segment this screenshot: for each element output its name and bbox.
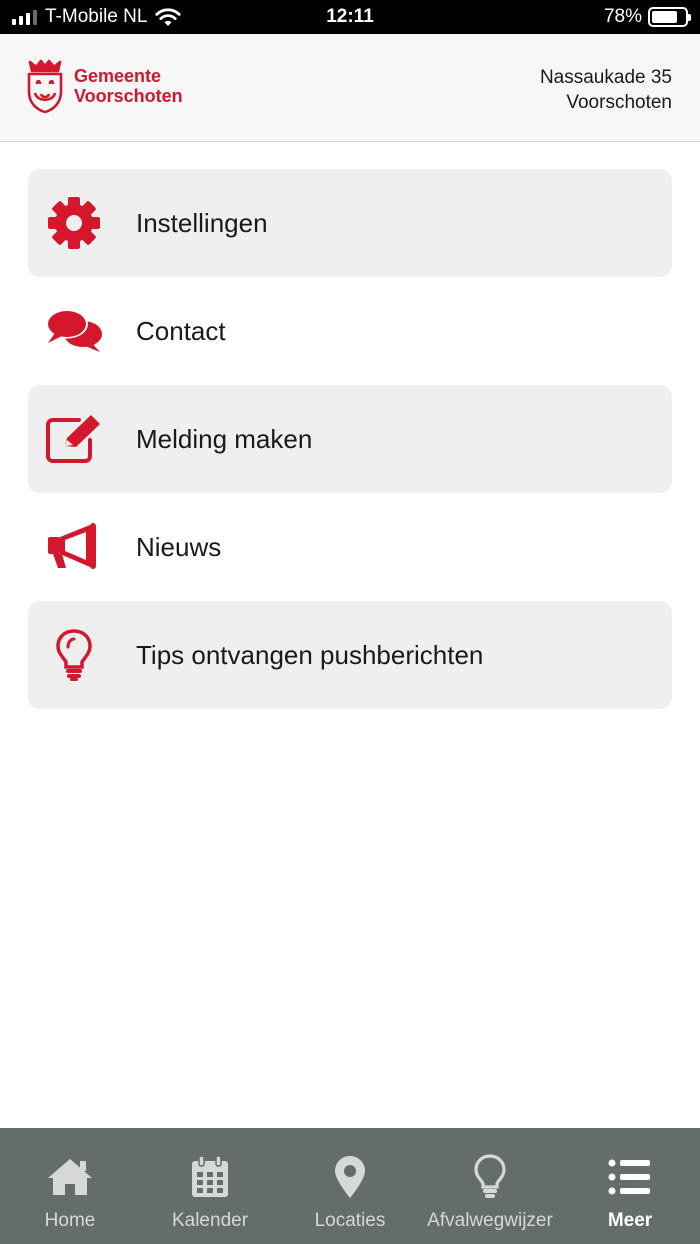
battery-percentage: 78% <box>603 6 642 27</box>
menu-item-instellingen[interactable]: Instellingen <box>28 169 672 277</box>
logo-line-2: Voorschoten <box>74 86 183 106</box>
chat-bubbles-icon <box>45 302 103 360</box>
location-pin-icon <box>326 1154 374 1200</box>
municipality-logo[interactable]: Gemeente Voorschoten <box>24 58 183 114</box>
menu-label: Melding maken <box>136 423 313 454</box>
megaphone-icon <box>45 518 103 576</box>
logo-line-1: Gemeente <box>74 66 162 86</box>
calendar-icon <box>186 1154 234 1200</box>
lightbulb-icon <box>45 626 103 684</box>
tab-label: Home <box>44 1210 96 1231</box>
menu-item-contact[interactable]: Contact <box>28 277 672 385</box>
logo-text: Gemeente Voorschoten <box>74 66 183 106</box>
edit-icon <box>45 410 103 468</box>
address-city: Voorschoten <box>566 92 672 113</box>
more-menu: Instellingen Contact Melding maken Nieuw… <box>28 169 672 709</box>
crown-crest-icon <box>27 59 63 114</box>
tab-afvalwegwijzer[interactable]: Afvalwegwijzer <box>420 1128 560 1244</box>
list-icon <box>606 1154 654 1200</box>
tab-label: Kalender <box>171 1210 249 1231</box>
menu-label: Contact <box>136 315 226 346</box>
menu-label: Nieuws <box>136 531 222 562</box>
menu-item-nieuws[interactable]: Nieuws <box>28 493 672 601</box>
home-icon <box>46 1154 94 1200</box>
address-block[interactable]: Nassaukade 35 Voorschoten <box>540 65 672 115</box>
menu-label: Instellingen <box>136 207 268 238</box>
tab-label: Afvalwegwijzer <box>427 1210 553 1231</box>
status-right: 78% <box>603 6 691 28</box>
clock: 12:11 <box>326 6 374 27</box>
tab-meer[interactable]: Meer <box>560 1128 700 1244</box>
bottom-tab-bar: Home Kalender Locaties Afvalwegwijzer Me… <box>0 1128 700 1244</box>
app-header: Gemeente Voorschoten Nassaukade 35 Voors… <box>0 34 700 142</box>
menu-item-melding-maken[interactable]: Melding maken <box>28 385 672 493</box>
tab-label: Locaties <box>314 1210 386 1231</box>
tab-kalender[interactable]: Kalender <box>140 1128 280 1244</box>
tab-label: Meer <box>607 1210 653 1231</box>
gear-icon <box>45 194 103 252</box>
lightbulb-icon <box>466 1154 514 1200</box>
status-bar: T-Mobile NL 12:11 78% <box>0 0 700 34</box>
address-street: Nassaukade 35 <box>539 67 672 88</box>
battery-icon <box>648 7 691 27</box>
tab-locaties[interactable]: Locaties <box>280 1128 420 1244</box>
tab-home[interactable]: Home <box>0 1128 140 1244</box>
menu-item-tips-pushberichten[interactable]: Tips ontvangen pushberichten <box>28 601 672 709</box>
menu-label: Tips ontvangen pushberichten <box>136 639 484 670</box>
battery-level <box>652 11 677 23</box>
